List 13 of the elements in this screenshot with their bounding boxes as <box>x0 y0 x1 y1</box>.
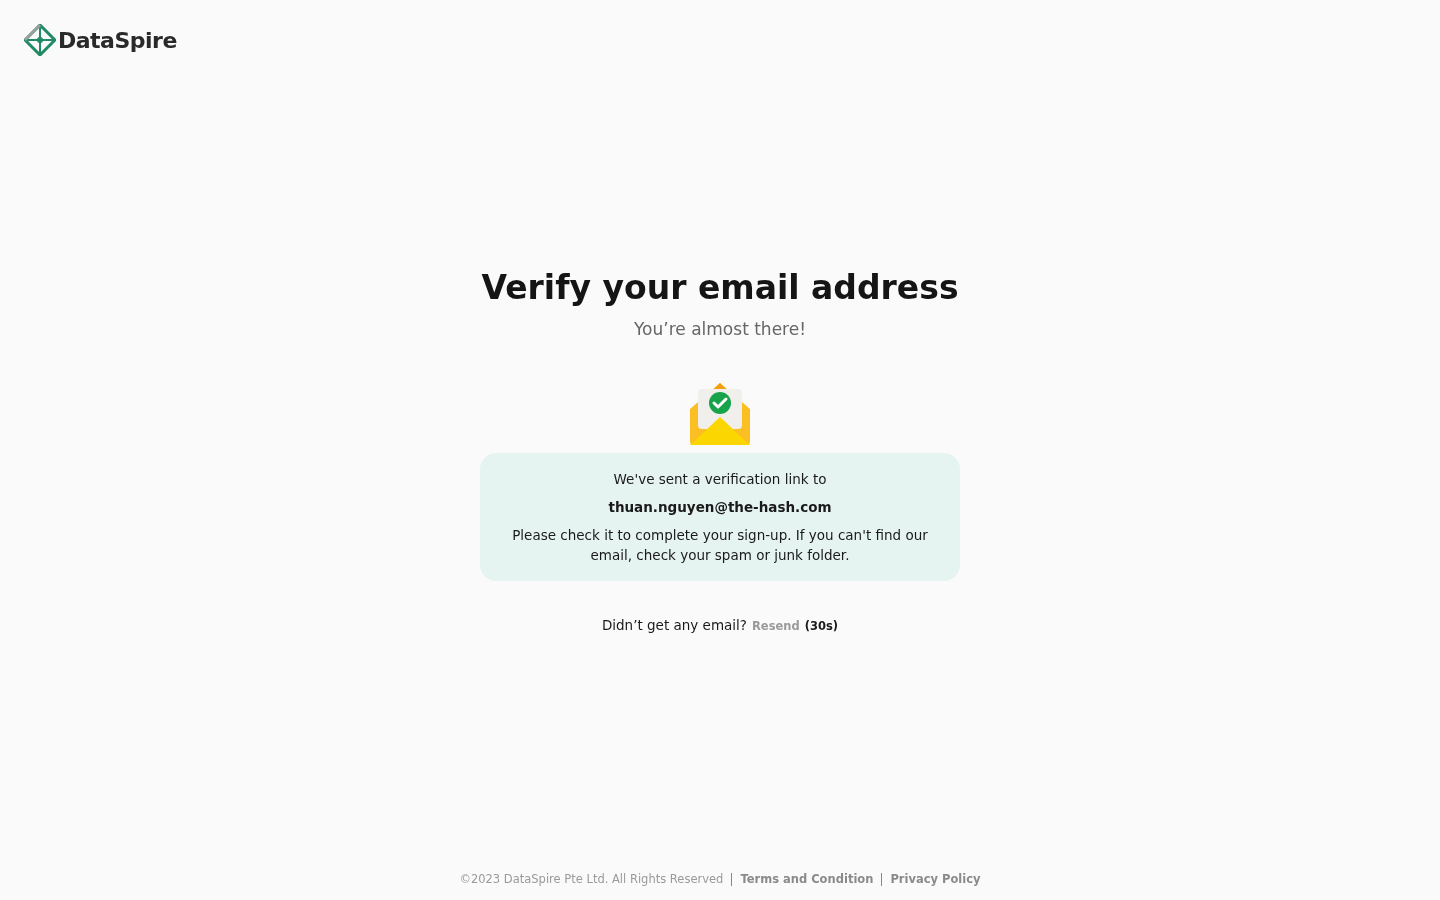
subtitle: You’re almost there! <box>634 319 806 339</box>
logo-icon <box>24 24 56 56</box>
resend-prompt: Didn’t get any email? <box>601 617 747 633</box>
copyright: ©2023 DataSpire Pte Ltd. All Rights Reserved <box>459 872 724 886</box>
email-address: thuan.nguyen@the-hash.com <box>607 498 833 517</box>
notice-text: Please check it to complete your sign-up. If you can't find our email, check your spam or junk folder. <box>511 526 929 565</box>
envelope-check-icon <box>688 381 752 445</box>
logo-text: DataSpire <box>58 27 177 53</box>
notice-intro: We've sent a verification link to <box>612 470 828 489</box>
footer-link[interactable]: Privacy Policy <box>890 872 981 886</box>
countdown: (30s) <box>804 619 839 633</box>
page-title: Verify your email address <box>481 268 959 307</box>
footer-link[interactable]: Terms and Condition <box>740 872 874 886</box>
